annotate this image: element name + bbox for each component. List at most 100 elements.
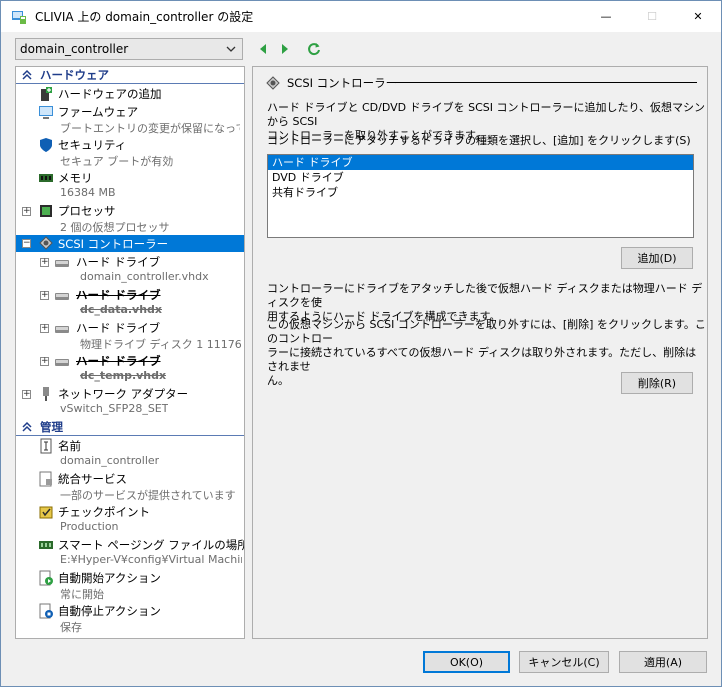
auto-start-icon (39, 570, 53, 586)
remove-button[interactable]: 削除(R) (621, 372, 693, 394)
tree-item-label: セキュリティ (58, 138, 127, 152)
add-button[interactable]: 追加(D) (621, 247, 693, 269)
maximize-button: ☐ (629, 1, 675, 31)
tree-item-sublabel: 物理ドライブ ディスク 1 11176.0... (80, 338, 242, 351)
auto-stop-icon (39, 603, 53, 619)
drive-type-listbox[interactable]: ハード ドライブ DVD ドライブ 共有ドライブ (267, 154, 694, 238)
tree-item-firmware[interactable]: ファームウェア ブートエントリの変更が保留になって... (16, 103, 244, 135)
close-button[interactable]: ✕ (675, 1, 721, 31)
previous-button[interactable] (254, 40, 272, 58)
tree-item-label: ファームウェア (58, 105, 139, 119)
expand-toggle[interactable]: + (40, 357, 49, 366)
checkpoint-icon (39, 506, 53, 519)
tree-item-sublabel: vSwitch_SFP28_SET (60, 402, 169, 415)
tree-item-sublabel: E:¥Hyper-V¥config¥Virtual Machin... (60, 553, 242, 566)
tree-item-label: メモリ (58, 171, 93, 185)
arrow-right-icon (282, 44, 288, 54)
scsi-controller-icon (39, 236, 53, 250)
maximize-icon: ☐ (647, 9, 657, 23)
add-hardware-icon (41, 87, 52, 101)
drive-type-option[interactable]: ハード ドライブ (268, 155, 693, 170)
hardware-section-title: ハードウェア (40, 68, 109, 82)
tree-item-sublabel: 一部のサービスが提供されています (60, 489, 236, 502)
vm-selector-dropdown[interactable]: domain_controller (15, 38, 243, 60)
window-title: CLIVIA 上の domain_controller の設定 (35, 10, 254, 24)
cancel-button[interactable]: キャンセル(C) (519, 651, 609, 673)
tree-item-sublabel: domain_controller.vhdx (80, 270, 209, 283)
tree-item-sublabel: Production (60, 520, 119, 533)
memory-icon (39, 174, 53, 182)
note-line: この仮想マシンから SCSI コントローラーを取り外すには、[削除] をクリック… (267, 318, 706, 345)
tree-item-sublabel: 16384 MB (60, 186, 116, 199)
pane-header: SCSI コントローラー (265, 75, 397, 91)
tree-item-label: スマート ページング ファイルの場所 (58, 538, 245, 552)
ok-button[interactable]: OK(O) (423, 651, 510, 673)
refresh-icon (308, 43, 320, 56)
expand-toggle[interactable]: + (22, 390, 31, 399)
tree-item-hard-drive-1[interactable]: + ハード ドライブ domain_controller.vhdx (16, 253, 244, 285)
chevron-down-icon (226, 46, 236, 52)
hardware-section-header[interactable]: ハードウェア (16, 67, 244, 84)
title-bar: CLIVIA 上の domain_controller の設定 — ☐ ✕ (1, 1, 721, 32)
tree-item-smart-paging[interactable]: スマート ページング ファイルの場所 E:¥Hyper-V¥config¥Vir… (16, 536, 244, 568)
settings-window: CLIVIA 上の domain_controller の設定 — ☐ ✕ do… (0, 0, 722, 687)
tree-item-label: ハード ドライブ (76, 255, 161, 269)
expand-toggle[interactable]: + (40, 258, 49, 267)
expand-toggle[interactable]: + (40, 291, 49, 300)
expand-toggle[interactable]: + (40, 324, 49, 333)
select-prompt: コントローラーにアタッチするドライブの種類を選択し、[追加] をクリックします(… (267, 134, 691, 147)
tree-item-hard-drive-3[interactable]: + ハード ドライブ 物理ドライブ ディスク 1 11176.0... (16, 319, 244, 351)
tree-item-hard-drive-4[interactable]: + ハード ドライブ dc_temp.vhdx (16, 352, 244, 384)
hard-drive-icon (55, 326, 69, 333)
refresh-button[interactable] (305, 40, 323, 58)
tree-item-label: ネットワーク アダプター (58, 387, 189, 401)
note-line: コントローラーにドライブをアタッチした後で仮想ハード ディスクまたは物理ハード … (267, 282, 703, 309)
firmware-icon (39, 106, 53, 119)
tree-item-security[interactable]: セキュリティ セキュア ブートが有効 (16, 136, 244, 168)
tree-item-label: プロセッサ (58, 204, 116, 218)
intro-line: ハード ドライブと CD/DVD ドライブを SCSI コントローラーに追加した… (267, 101, 706, 128)
collapse-icon (22, 69, 32, 80)
tree-item-sublabel: domain_controller (60, 454, 160, 467)
hard-drive-icon (55, 293, 69, 300)
tree-item-auto-start[interactable]: 自動開始アクション 常に開始 (16, 569, 244, 601)
tree-item-hard-drive-2[interactable]: + ハード ドライブ dc_data.vhdx (16, 286, 244, 318)
tree-item-name[interactable]: 名前 domain_controller (16, 437, 244, 469)
processor-icon (40, 205, 52, 217)
tree-item-sublabel: dc_data.vhdx (80, 303, 163, 316)
tree-item-label: 自動停止アクション (58, 604, 161, 618)
integration-services-icon (39, 471, 52, 487)
tree-item-integration-services[interactable]: 統合サービス 一部のサービスが提供されています (16, 470, 244, 502)
drive-type-option[interactable]: DVD ドライブ (268, 170, 693, 185)
tree-item-scsi-controller[interactable]: − SCSI コントローラー (16, 235, 244, 252)
tree-item-label: 名前 (58, 439, 81, 453)
management-section-title: 管理 (40, 420, 63, 434)
note-line: ラーに接続されているすべての仮想ハード ディスクは取り外されます。ただし、削除は… (267, 346, 697, 373)
management-section-header[interactable]: 管理 (16, 419, 244, 436)
arrow-left-icon (260, 44, 266, 54)
tree-item-label: ハード ドライブ (76, 354, 161, 368)
minimize-button[interactable]: — (583, 1, 629, 31)
scsi-controller-icon (266, 76, 280, 90)
network-adapter-icon (43, 387, 49, 401)
tree-item-label: ハード ドライブ (76, 321, 161, 335)
tree-item-network-adapter[interactable]: + ネットワーク アダプター vSwitch_SFP28_SET (16, 385, 244, 417)
tree-item-sublabel: 保存 (60, 621, 82, 634)
tree-item-label: チェックポイント (58, 505, 150, 519)
tree-item-auto-stop[interactable]: 自動停止アクション 保存 (16, 602, 244, 634)
tree-item-checkpoints[interactable]: チェックポイント Production (16, 503, 244, 535)
apply-button[interactable]: 適用(A) (619, 651, 707, 673)
tree-item-sublabel: dc_temp.vhdx (80, 369, 167, 382)
hyper-v-settings-icon (12, 10, 26, 24)
tree-item-add-hardware[interactable]: ハードウェアの追加 (16, 85, 244, 102)
tree-item-sublabel: セキュア ブートが有効 (60, 155, 174, 168)
tree-item-processor[interactable]: + プロセッサ 2 個の仮想プロセッサ (16, 202, 244, 234)
tree-item-memory[interactable]: メモリ 16384 MB (16, 169, 244, 201)
settings-tree: ハードウェア ハードウェアの追加 ファームウェア ブートエントリの変更が保留にな… (15, 66, 245, 639)
expand-toggle[interactable]: + (22, 207, 31, 216)
vm-selector-value: domain_controller (20, 42, 129, 56)
next-button[interactable] (276, 40, 294, 58)
drive-type-option[interactable]: 共有ドライブ (268, 185, 693, 200)
collapse-toggle[interactable]: − (22, 239, 31, 248)
tree-item-sublabel: 2 個の仮想プロセッサ (60, 221, 170, 234)
